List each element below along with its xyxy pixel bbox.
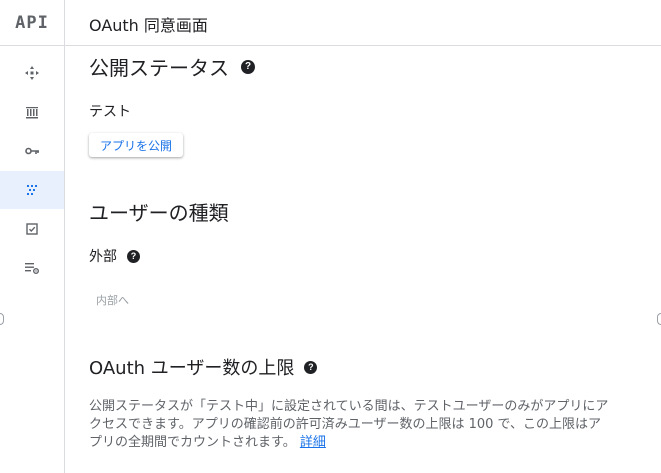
settings-list-icon [25, 263, 39, 274]
publish-app-button[interactable]: アプリを公開 [89, 133, 183, 157]
sidebar-item-settings[interactable] [0, 249, 64, 287]
user-cap-description: 公開ステータスが「テスト中」に設定されている間は、テストユーザーのみがアプリにア… [89, 398, 609, 452]
user-cap-heading-text: OAuth ユーザー数の上限 [89, 358, 295, 379]
library-icon [26, 107, 38, 119]
user-cap-description-text: 公開ステータスが「テスト中」に設定されている間は、テストユーザーのみがアプリにア… [89, 399, 609, 450]
right-resize-handle[interactable] [657, 313, 661, 325]
top-bar: API OAuth 同意画面 [0, 0, 661, 46]
user-type-value-text: 外部 [89, 249, 117, 265]
publish-status-heading: 公開ステータス ? [89, 52, 255, 81]
help-icon[interactable]: ? [241, 59, 255, 74]
make-internal-link[interactable]: 内部へ [96, 292, 129, 308]
publish-status-value: テスト [89, 104, 131, 120]
api-logo[interactable]: API [0, 0, 65, 46]
learn-more-link[interactable]: 詳細 [300, 435, 326, 450]
key-icon [25, 147, 39, 155]
checkbox-icon [26, 223, 38, 235]
user-type-heading: ユーザーの種類 [89, 201, 229, 225]
oauth-consent-page: API OAuth 同意画面 公開ステータス ? テスト アプリを公開 ユーザー… [0, 0, 661, 473]
user-cap-heading: OAuth ユーザー数の上限 ? [89, 354, 318, 380]
sidebar-item-verification[interactable] [0, 210, 64, 248]
help-icon[interactable]: ? [127, 249, 140, 263]
sidebar-item-library[interactable] [0, 93, 64, 131]
sidebar-item-dashboard[interactable] [0, 54, 64, 92]
consent-screen-icon [27, 185, 37, 195]
sidebar [0, 46, 65, 473]
sidebar-item-consent-screen[interactable] [0, 171, 64, 209]
page-title: OAuth 同意画面 [89, 16, 208, 35]
publish-status-heading-text: 公開ステータス [89, 56, 229, 80]
help-icon[interactable]: ? [304, 360, 318, 374]
sidebar-item-credentials[interactable] [0, 132, 64, 170]
user-type-value: 外部 ? [89, 246, 140, 266]
dashboard-icon [25, 66, 39, 80]
